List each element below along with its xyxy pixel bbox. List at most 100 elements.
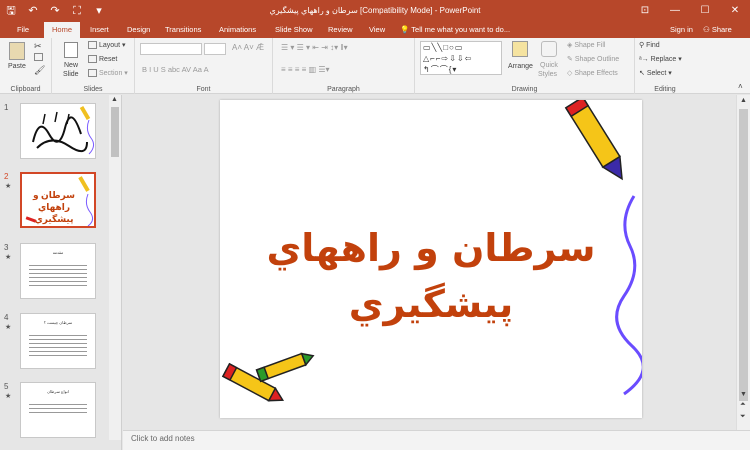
tab-view[interactable]: View <box>369 22 385 38</box>
slide-thumbnail-2[interactable]: 2 ★ سرطان و راههاي پيشگيري <box>4 172 106 228</box>
new-slide-label[interactable]: New <box>64 62 78 69</box>
section-label: Section <box>99 70 123 77</box>
collapse-ribbon-icon[interactable]: ˄ <box>738 82 743 91</box>
slide-thumbnail-1[interactable]: 1 <box>4 103 106 159</box>
thumbnail-image[interactable]: مقدمه <box>20 243 96 299</box>
reset-label: Reset <box>99 55 118 63</box>
layout-button[interactable]: Layout ▾ <box>88 41 126 50</box>
animation-star-icon: ★ <box>5 393 12 400</box>
slide-thumbnail-5[interactable]: 5 ★ انواع سرطان <box>4 382 106 438</box>
thumbnail-title: سرطان چيست ؟ <box>43 320 73 325</box>
tab-file[interactable]: File <box>17 22 29 38</box>
tab-review[interactable]: Review <box>328 22 353 38</box>
tell-me-text: Tell me what you want to do... <box>411 25 511 34</box>
scrollbar-thumb[interactable] <box>739 109 748 401</box>
font-format-buttons[interactable]: B I U S abc AV Aa A <box>142 65 209 74</box>
alignment-buttons[interactable]: ≡ ≡ ≡ ≡ ▥ ☰▾ <box>281 65 330 74</box>
scroll-down-icon[interactable]: ▼ <box>740 391 747 398</box>
shape-effects-label: Shape Effects <box>574 70 618 77</box>
text-lines <box>29 262 87 288</box>
thumbnail-image[interactable]: انواع سرطان <box>20 382 96 438</box>
pencil-decorations <box>25 176 94 226</box>
calligraphy-image <box>32 105 95 155</box>
thumbnail-image[interactable] <box>20 103 96 159</box>
shape-outline-button[interactable]: ✎ Shape Outline <box>567 55 619 63</box>
tab-design[interactable]: Design <box>127 22 150 38</box>
thumbnail-image[interactable]: سرطان و راههاي پيشگيري <box>20 172 96 228</box>
replace-button[interactable]: ᵃ→ Replace ▾ <box>639 55 682 63</box>
slides-group-label: Slides <box>83 86 103 93</box>
tab-animations[interactable]: Animations <box>219 22 256 38</box>
paste-icon[interactable] <box>9 42 25 60</box>
slide-number: 1 <box>4 103 9 112</box>
text-lines <box>29 401 87 413</box>
paste-button[interactable]: Paste <box>8 63 26 70</box>
arrange-icon[interactable] <box>512 41 528 57</box>
find-label: Find <box>646 42 660 49</box>
reset-button[interactable]: Reset <box>88 55 117 63</box>
slide-thumbnail-4[interactable]: 4 ★ سرطان چيست ؟ <box>4 313 106 369</box>
select-cursor-icon: ↖ <box>639 70 647 77</box>
scroll-up-icon[interactable]: ▲ <box>111 96 118 103</box>
sign-in-link[interactable]: Sign in <box>670 22 693 38</box>
previous-slide-icon[interactable]: ⏶ <box>740 401 746 409</box>
font-name-combo[interactable] <box>140 43 202 55</box>
notes-pane[interactable]: Click to add notes <box>123 430 750 450</box>
quick-styles-label[interactable]: Quick <box>540 62 558 69</box>
drawing-group: ▭╲╲□○▭ △⌐⌐⇨⇩⇩⇦ ↰⌒⌒{▾ Arrange Quick Style… <box>415 38 635 94</box>
notes-placeholder[interactable]: Click to add notes <box>131 434 195 443</box>
shape-effects-button[interactable]: ◇ Shape Effects <box>567 69 618 77</box>
find-button[interactable]: ⚲ Find <box>639 41 660 49</box>
slide-number: 3 <box>4 243 9 252</box>
tab-home[interactable]: Home <box>44 22 81 38</box>
clipboard-group-label: Clipboard <box>10 86 41 93</box>
animation-star-icon: ★ <box>5 183 12 190</box>
pencil-icon: ✎ <box>567 56 575 63</box>
thumbnail-image[interactable]: سرطان چيست ؟ <box>20 313 96 369</box>
scrollbar-thumb[interactable] <box>111 107 119 157</box>
new-slide-icon[interactable] <box>64 42 78 58</box>
shape-outline-label: Shape Outline <box>574 56 620 63</box>
slide-title-line-2: پيشگيري <box>348 282 514 326</box>
tab-insert[interactable]: Insert <box>90 22 109 38</box>
lightbulb-icon: 💡 <box>400 25 412 34</box>
section-button[interactable]: Section ▾ <box>88 69 128 78</box>
share-button[interactable]: ⚇ Share <box>703 22 732 38</box>
scroll-up-icon[interactable]: ▲ <box>740 97 747 104</box>
reset-icon <box>88 55 97 63</box>
person-icon: ⚇ <box>703 25 712 34</box>
tab-transitions[interactable]: Transitions <box>165 22 201 38</box>
arrange-button[interactable]: Arrange <box>508 63 533 70</box>
quick-styles-label-2[interactable]: Styles <box>538 71 557 78</box>
thumbnails-scrollbar[interactable]: ▲ <box>109 95 121 440</box>
animation-star-icon: ★ <box>5 254 12 261</box>
tab-slide-show[interactable]: Slide Show <box>275 22 313 38</box>
current-slide[interactable]: سرطان و راههاي پيشگيري <box>220 100 642 418</box>
select-button[interactable]: ↖ Select ▾ <box>639 69 672 77</box>
editing-group-label: Editing <box>654 86 676 93</box>
font-size-combo[interactable] <box>204 43 226 55</box>
slide-editing-area: سرطان و راههاي پيشگيري <box>123 95 735 430</box>
slide-title[interactable]: سرطان و راههاي پيشگيري <box>240 220 622 332</box>
title-bar: 🖫 ↶ ↷ ⛶ ▾ سرطان و راههاي پيشگيري [Compat… <box>0 0 750 22</box>
shapes-gallery[interactable]: ▭╲╲□○▭ △⌐⌐⇨⇩⇩⇦ ↰⌒⌒{▾ <box>420 41 502 75</box>
format-painter-icon[interactable]: 🖌 <box>34 65 45 76</box>
font-grow-shrink-icons[interactable]: A˄ A˅ Ǣ <box>232 43 264 52</box>
ribbon-display-options-button[interactable]: ⊡ <box>630 0 660 22</box>
ribbon-tab-bar: File Home Insert Design Transitions Anim… <box>0 22 750 38</box>
next-slide-icon[interactable]: ⏷ <box>740 413 746 421</box>
new-slide-label-2[interactable]: Slide <box>63 71 79 78</box>
minimize-button[interactable]: — <box>660 0 690 22</box>
close-button[interactable]: ✕ <box>720 0 750 22</box>
quick-styles-icon[interactable] <box>541 41 557 57</box>
cut-icon[interactable]: ✂ <box>34 41 42 52</box>
tell-me-box[interactable]: 💡 Tell me what you want to do... <box>400 22 510 38</box>
list-buttons[interactable]: ☰ ▾ ☰ ▾ ⇤ ⇥ ↕▾ ‖▾ <box>281 43 348 52</box>
slide-thumbnail-3[interactable]: 3 ★ مقدمه <box>4 243 106 299</box>
maximize-button[interactable]: ☐ <box>690 0 720 22</box>
slide-vertical-scrollbar[interactable]: ▲ ▼ ⏶ ⏷ <box>736 95 750 430</box>
slide-number: 4 <box>4 313 9 322</box>
shape-fill-button[interactable]: ◈ Shape Fill <box>567 41 605 49</box>
editing-group: ⚲ Find ᵃ→ Replace ▾ ↖ Select ▾ Editing <box>635 38 695 94</box>
copy-icon[interactable] <box>34 53 45 61</box>
